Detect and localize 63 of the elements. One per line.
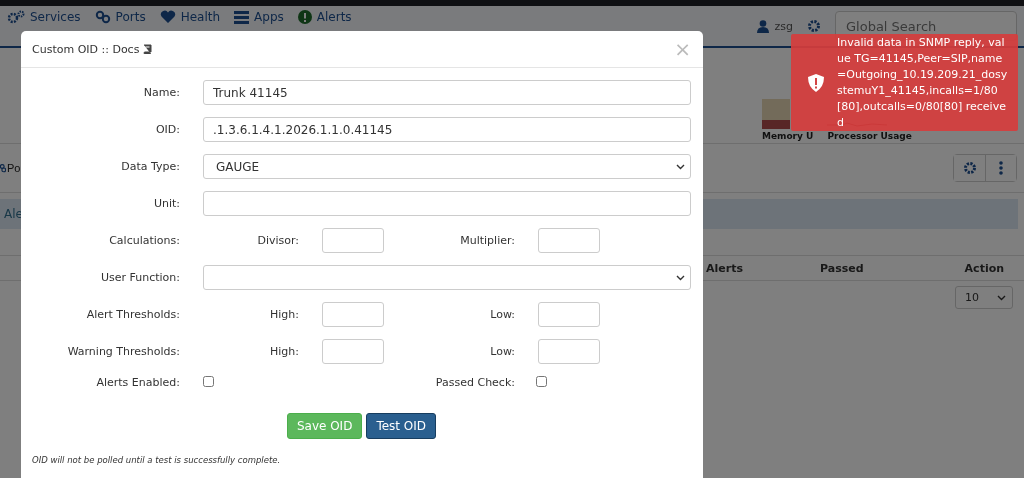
nav-link[interactable]: Alerts [297, 10, 352, 24]
field-label: Low: [489, 345, 515, 358]
field-label: High: [269, 308, 299, 321]
field-label: User Function: [99, 271, 180, 284]
exclamation-icon [297, 10, 312, 24]
checkbox[interactable] [536, 376, 547, 387]
page-size-select[interactable]: 10 [955, 286, 1013, 309]
field-label: Low: [489, 308, 515, 321]
nav-link[interactable]: Ports [94, 10, 146, 24]
settings-icon[interactable] [807, 19, 821, 33]
link-icon [94, 10, 111, 24]
dropdown-field[interactable]: GAUGE [203, 154, 691, 179]
modal-title: Custom OID :: Docs [32, 42, 140, 56]
field-label: Unit: [152, 197, 180, 210]
gears-icon [7, 10, 25, 24]
number-field[interactable] [322, 302, 384, 327]
heart-icon [159, 10, 176, 24]
checkbox[interactable] [203, 376, 214, 387]
column-header: Action [964, 261, 1005, 275]
field-label: Data Type: [120, 160, 180, 173]
link-icon [0, 162, 6, 174]
field-label: Alert Thresholds: [85, 308, 180, 321]
column-header: Passed [820, 261, 864, 275]
number-field[interactable] [322, 228, 384, 253]
number-field[interactable] [322, 339, 384, 364]
list-icon [234, 10, 250, 24]
field-label: Calculations: [108, 234, 180, 247]
field-label: OID: [154, 123, 180, 136]
dropdown-field[interactable] [203, 265, 691, 290]
field-label: Divisor: [256, 234, 299, 247]
field-label: Passed Check: [434, 376, 515, 389]
action-button[interactable]: Test OID [366, 413, 437, 439]
nav-link[interactable]: Apps [234, 10, 284, 24]
text-field[interactable] [203, 191, 691, 216]
text-field[interactable]: Trunk 41145 [203, 80, 691, 105]
column-header: Alerts [706, 261, 743, 275]
more-icon [999, 161, 1003, 175]
user-icon [756, 19, 769, 33]
user-menu[interactable]: zsg [756, 19, 793, 33]
graph-label: Memory U [762, 131, 814, 141]
field-label: Name: [142, 86, 180, 99]
note-text: OID will not be polled until a test is successfully complete. [32, 455, 282, 465]
more-button[interactable] [985, 155, 1016, 181]
field-label: Multiplier: [459, 234, 515, 247]
caret-icon [676, 274, 685, 281]
nav-link[interactable]: Health [159, 10, 221, 24]
number-field[interactable] [538, 228, 600, 253]
number-field[interactable] [538, 339, 600, 364]
ports-tab[interactable]: Po [0, 162, 21, 174]
field-label: Alerts Enabled: [95, 376, 180, 389]
number-field[interactable] [538, 302, 600, 327]
action-button[interactable]: Save OID [286, 413, 363, 439]
memory-graph [762, 99, 790, 129]
settings-icon [962, 161, 977, 175]
text-field[interactable]: .1.3.6.1.4.1.2026.1.1.0.41145 [203, 117, 691, 142]
close-button[interactable]: × [674, 39, 691, 59]
caret-icon [676, 163, 685, 170]
nav-link[interactable]: Services [7, 10, 81, 24]
graph-label: Processor Usage [827, 131, 912, 141]
field-label: High: [269, 345, 299, 358]
field-label: Warning Thresholds: [66, 345, 180, 358]
shield-icon [808, 73, 824, 92]
caret-icon [997, 294, 1006, 301]
